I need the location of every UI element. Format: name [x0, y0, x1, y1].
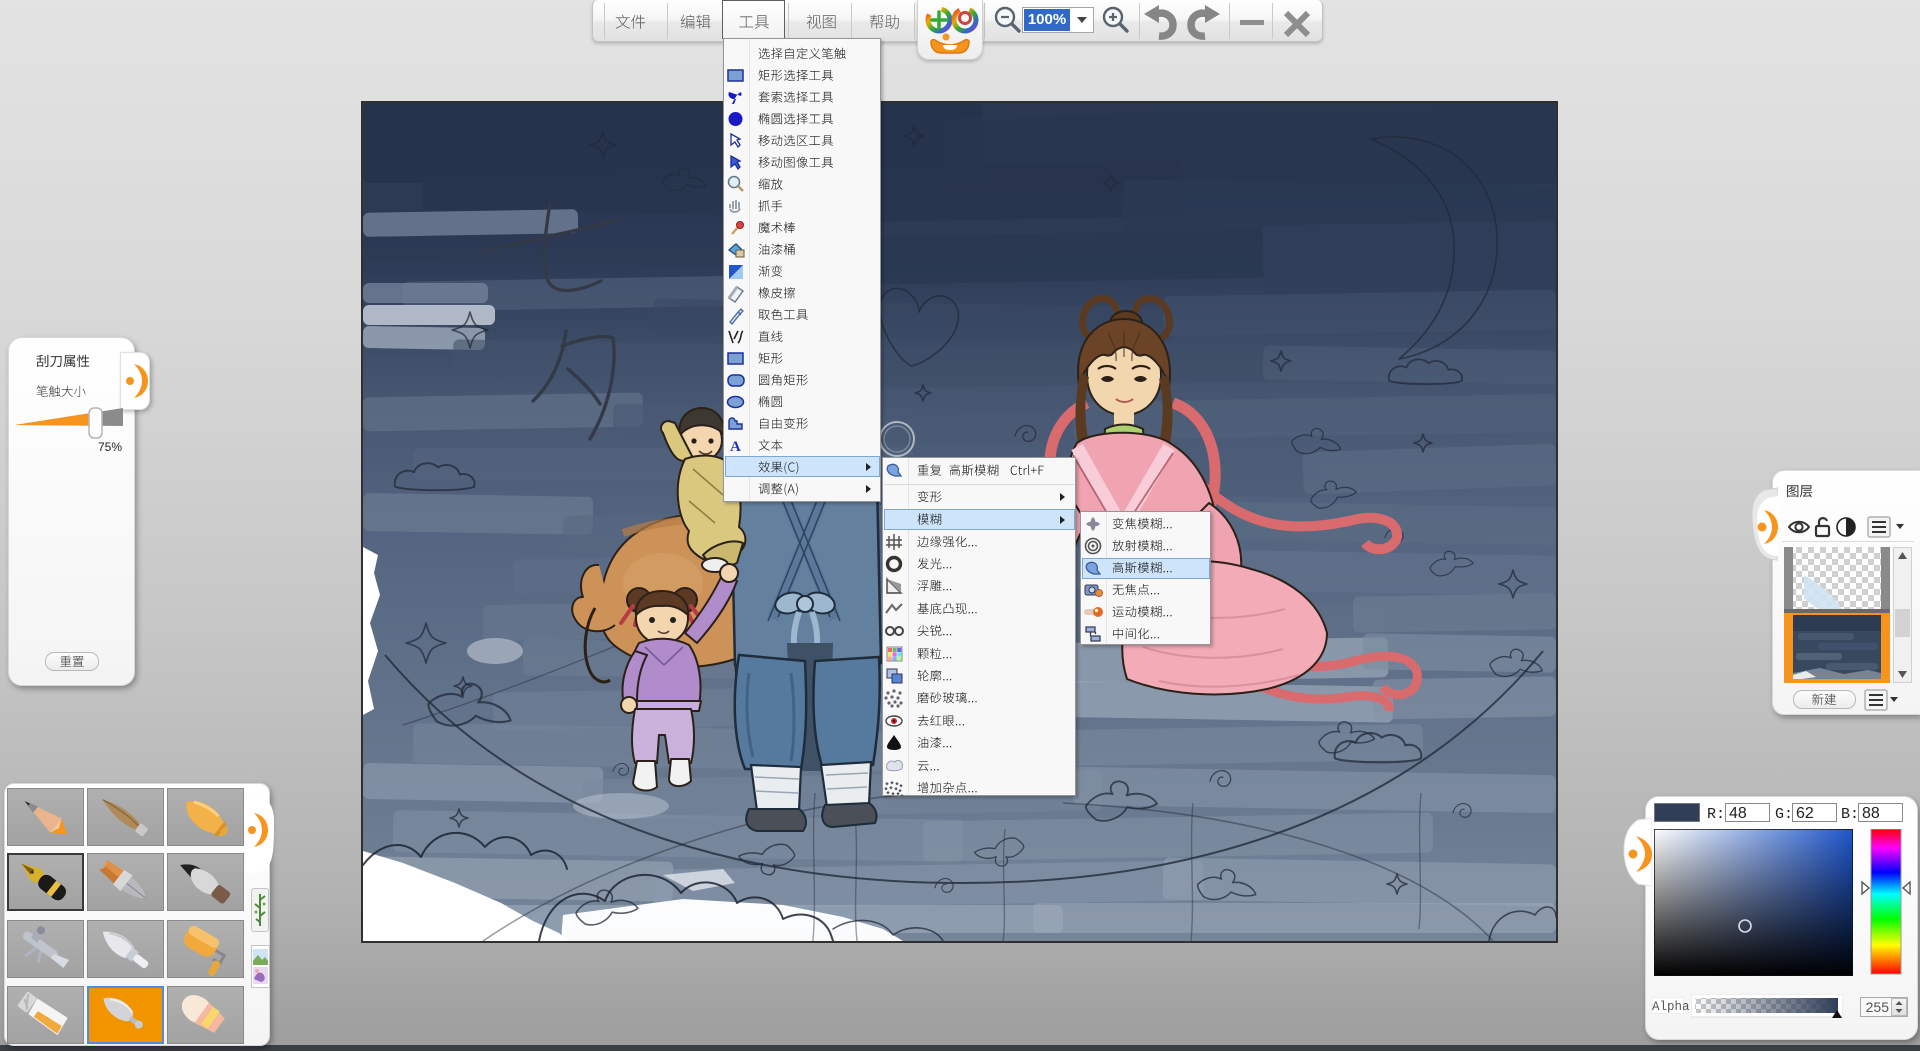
svg-text:A: A	[730, 439, 741, 455]
